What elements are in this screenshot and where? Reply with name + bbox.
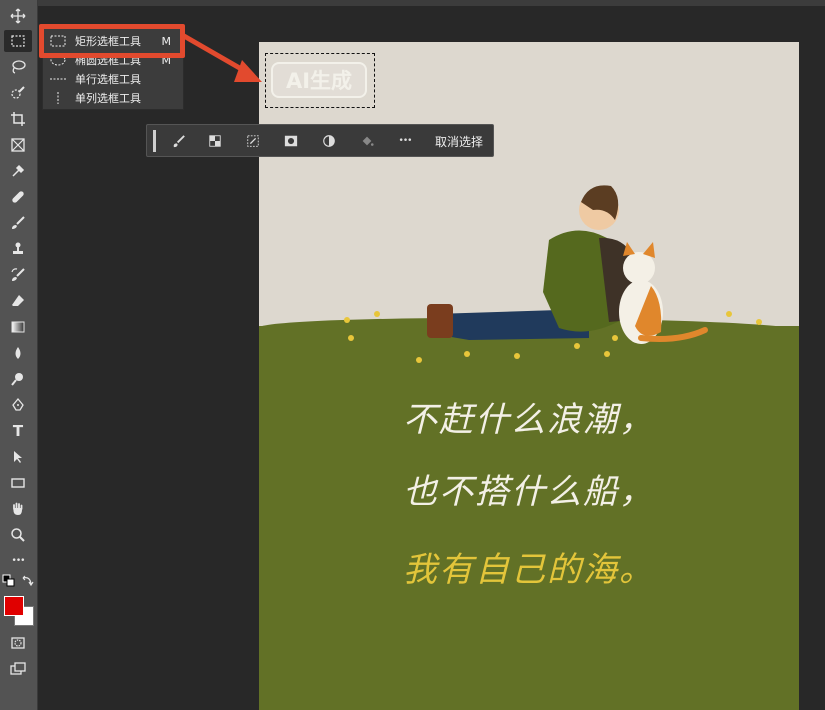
poem-line-2: 也不搭什么船， bbox=[403, 472, 655, 512]
eraser-icon[interactable] bbox=[4, 290, 32, 312]
stamp-icon[interactable] bbox=[4, 238, 32, 260]
menu-item-single-row-marquee[interactable]: 单行选框工具 bbox=[49, 70, 181, 88]
poem-line-3: 我有自己的海。 bbox=[403, 550, 655, 590]
menu-item-label: 单行选框工具 bbox=[75, 73, 141, 86]
highlight-box bbox=[39, 24, 185, 58]
contextual-task-bar: ••• 取消选择 bbox=[146, 124, 494, 157]
default-colors-icon[interactable] bbox=[2, 574, 16, 588]
menu-item-label: 单列选框工具 bbox=[75, 92, 141, 105]
eyedropper-icon[interactable] bbox=[4, 160, 32, 182]
swap-colors-icon[interactable] bbox=[20, 574, 34, 588]
bandage-icon[interactable] bbox=[4, 186, 32, 208]
type-icon[interactable]: T bbox=[4, 420, 32, 442]
mask-icon[interactable] bbox=[281, 132, 301, 150]
hand-icon[interactable] bbox=[4, 498, 32, 520]
tool-bar: T ••• bbox=[0, 0, 38, 710]
zoom-icon[interactable] bbox=[4, 524, 32, 546]
foreground-color-swatch[interactable] bbox=[4, 596, 24, 616]
poem-line-1: 不赶什么浪潮， bbox=[403, 400, 655, 440]
brush-icon[interactable] bbox=[4, 212, 32, 234]
adjustment-layer-icon[interactable] bbox=[319, 132, 339, 150]
rectangle-icon[interactable] bbox=[4, 472, 32, 494]
lasso-icon[interactable] bbox=[4, 56, 32, 78]
options-bar bbox=[38, 0, 825, 6]
quick-selection-icon[interactable] bbox=[4, 82, 32, 104]
marquee-icon[interactable] bbox=[4, 30, 32, 52]
screen-mode-icon[interactable] bbox=[4, 658, 32, 680]
crop-icon[interactable] bbox=[4, 108, 32, 130]
marquee-selection[interactable] bbox=[265, 53, 375, 108]
arrow-icon[interactable] bbox=[4, 446, 32, 468]
ellipsis-icon[interactable]: ••• bbox=[4, 550, 32, 572]
transform-selection-icon[interactable] bbox=[243, 132, 263, 150]
quick-mask-icon[interactable] bbox=[4, 632, 32, 654]
single-column-marquee-icon bbox=[49, 92, 67, 104]
annotation-arrow bbox=[181, 33, 262, 82]
deselect-button[interactable]: 取消选择 bbox=[435, 133, 483, 150]
invert-selection-icon[interactable] bbox=[205, 132, 225, 150]
history-brush-icon[interactable] bbox=[4, 264, 32, 286]
more-options-icon[interactable]: ••• bbox=[395, 132, 415, 150]
dodge-icon[interactable] bbox=[4, 368, 32, 390]
single-row-marquee-icon bbox=[49, 73, 67, 85]
drag-handle[interactable] bbox=[153, 130, 156, 152]
modify-selection-icon[interactable] bbox=[169, 132, 189, 150]
drop-icon[interactable] bbox=[4, 342, 32, 364]
fill-bucket-icon[interactable] bbox=[357, 132, 377, 150]
menu-item-single-column-marquee[interactable]: 单列选框工具 bbox=[49, 89, 181, 107]
pen-icon[interactable] bbox=[4, 394, 32, 416]
move-icon[interactable] bbox=[4, 5, 32, 27]
frame-icon[interactable] bbox=[4, 134, 32, 156]
gradient-icon[interactable] bbox=[4, 316, 32, 338]
